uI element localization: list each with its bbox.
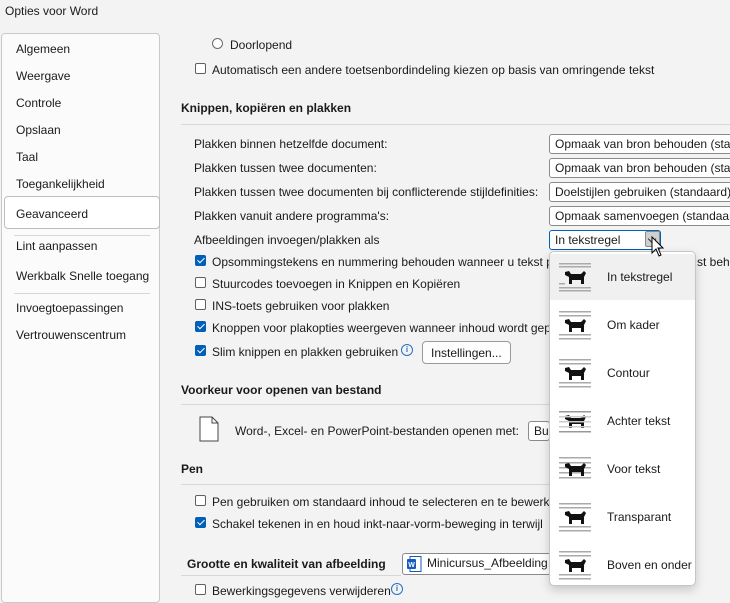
section-divider: [181, 404, 549, 405]
section-heading-pen: Pen: [181, 462, 204, 476]
paste-other-programs-dropdown[interactable]: Opmaak samenvoegen (standaar: [549, 206, 730, 226]
word-document-icon: W: [407, 556, 422, 572]
menu-item-label: In tekstregel: [607, 270, 673, 284]
pen-select-label: Pen gebruiken om standaard inhoud te sel…: [212, 495, 557, 509]
paste-options-checkbox[interactable]: [195, 321, 206, 332]
nav-item-weergave[interactable]: Weergave: [16, 69, 70, 83]
keep-bullets-label: Opsommingstekens en nummering behouden w…: [212, 255, 553, 269]
wrap-behind-text-icon: [559, 411, 591, 433]
doorlopend-label: Doorlopend: [230, 38, 293, 52]
menu-item-label: Contour: [607, 366, 650, 380]
menu-item-label: Transparant: [607, 510, 672, 524]
smart-cut-checkbox[interactable]: [195, 345, 206, 356]
paste-conflict-label: Plakken tussen twee documenten bij confl…: [194, 185, 539, 199]
doorlopend-radio[interactable]: [212, 38, 223, 49]
window-title: Opties voor Word: [5, 4, 99, 18]
menu-item-label: Boven en onder: [607, 558, 692, 572]
section-divider: [181, 484, 549, 485]
menu-item-square[interactable]: Om kader: [550, 302, 695, 348]
mouse-cursor-icon: [651, 236, 665, 257]
nav-item-opslaan[interactable]: Opslaan: [16, 123, 61, 137]
nav-item-taal[interactable]: Taal: [16, 150, 38, 164]
insert-images-label: Afbeeldingen invoegen/plakken als: [194, 233, 380, 247]
nav-item-toegankelijkheid[interactable]: Toegankelijkheid: [16, 177, 105, 191]
nav-item-werkbalk[interactable]: Werkbalk Snelle toegang: [16, 269, 149, 283]
ins-key-checkbox[interactable]: [195, 299, 206, 310]
nav-item-geavanceerd[interactable]: Geavanceerd: [16, 207, 88, 221]
menu-item-tight[interactable]: Contour: [550, 350, 695, 396]
remove-edit-data-label: Bewerkingsgegevens verwijderen: [212, 584, 391, 598]
menu-item-label: Voor tekst: [607, 462, 661, 476]
paste-same-doc-dropdown[interactable]: Opmaak van bron behouden (sta: [549, 134, 730, 154]
svg-text:W: W: [408, 562, 415, 569]
document-icon: [199, 416, 219, 442]
nav-item-invoegtoepassingen[interactable]: Invoegtoepassingen: [16, 301, 123, 315]
auto-keyboard-checkbox[interactable]: [195, 63, 206, 74]
ink-to-shape-label: Schakel tekenen in en houd inkt-naar-vor…: [212, 517, 543, 531]
open-with-label: Word-, Excel- en PowerPoint-bestanden op…: [235, 424, 519, 438]
smart-cut-label: Slim knippen en plakken gebruiken: [212, 345, 399, 359]
paste-options-label: Knoppen voor plakopties weergeven wannee…: [212, 321, 551, 335]
pen-select-checkbox[interactable]: [195, 495, 206, 506]
nav-item-vertrouwenscentrum[interactable]: Vertrouwenscentrum: [16, 328, 126, 342]
image-quality-document-dropdown[interactable]: Minicursus_Afbeelding: [402, 553, 551, 575]
control-codes-checkbox[interactable]: [195, 277, 206, 288]
menu-item-in-front[interactable]: Voor tekst: [550, 446, 695, 492]
paste-between-docs-dropdown[interactable]: Opmaak van bron behouden (sta: [549, 158, 730, 178]
wrap-in-front-icon: [559, 457, 591, 479]
wrap-square-icon: [559, 311, 591, 340]
section-heading-cut-copy-paste: Knippen, kopiëren en plakken: [181, 101, 352, 115]
wrap-top-bottom-icon: [559, 551, 591, 580]
info-icon[interactable]: i: [391, 583, 403, 595]
nav-item-lint-aanpassen[interactable]: Lint aanpassen: [16, 239, 97, 253]
paste-other-programs-label: Plakken vanuit andere programma's:: [194, 209, 390, 223]
menu-item-through[interactable]: Transparant: [550, 494, 695, 540]
paste-between-docs-label: Plakken tussen twee documenten:: [194, 161, 377, 175]
remove-edit-data-checkbox[interactable]: [195, 584, 206, 595]
nav-divider: [14, 235, 150, 236]
ink-to-shape-checkbox[interactable]: [195, 517, 206, 528]
section-heading-open-pref: Voorkeur voor openen van bestand: [181, 383, 382, 397]
settings-button[interactable]: Instellingen...: [422, 341, 511, 364]
control-codes-label: Stuurcodes toevoegen in Knippen en Kopië…: [212, 277, 461, 291]
wrap-style-menu: In tekstregel Om kader Contour Achter te…: [549, 251, 696, 586]
menu-item-top-bottom[interactable]: Boven en onder: [550, 542, 695, 588]
options-nav: Algemeen Weergave Controle Opslaan Taal …: [1, 33, 160, 603]
keep-bullets-checkbox[interactable]: [195, 255, 206, 266]
nav-item-controle[interactable]: Controle: [16, 96, 61, 110]
section-divider: [181, 575, 401, 576]
menu-item-behind-text[interactable]: Achter tekst: [550, 398, 695, 444]
paste-conflict-dropdown[interactable]: Doelstijlen gebruiken (standaard): [549, 182, 730, 202]
menu-item-inline[interactable]: In tekstregel: [550, 254, 695, 300]
ins-key-label: INS-toets gebruiken voor plakken: [212, 299, 390, 313]
paste-same-doc-label: Plakken binnen hetzelfde document:: [194, 137, 388, 151]
menu-item-label: Om kader: [607, 318, 660, 332]
wrap-through-icon: [559, 503, 591, 532]
section-heading-image-quality: Grootte en kwaliteit van afbeelding: [187, 557, 386, 571]
auto-keyboard-label: Automatisch een andere toetsenbordindeli…: [212, 63, 655, 77]
nav-divider: [14, 293, 150, 294]
nav-item-algemeen[interactable]: Algemeen: [16, 42, 70, 56]
wrap-inline-icon: [559, 263, 591, 292]
keep-bullets-label-tail: st behc: [697, 255, 730, 269]
menu-item-label: Achter tekst: [607, 414, 671, 428]
info-icon[interactable]: i: [401, 344, 413, 356]
wrap-tight-icon: [559, 359, 591, 388]
open-with-dropdown[interactable]: Bu: [528, 421, 550, 441]
section-divider: [181, 124, 730, 125]
